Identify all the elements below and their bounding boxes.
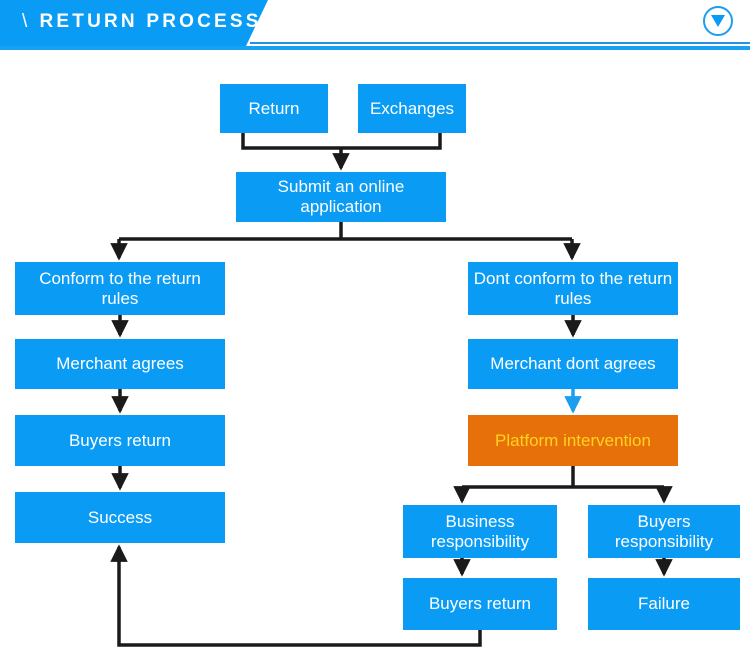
node-failure[interactable]: Failure [588,578,740,630]
node-label: Buyers return [68,430,172,450]
flowchart: Return Exchanges Submit an online applic… [0,0,750,665]
node-label: Buyers responsibility [614,511,714,551]
node-label: Conform to the return rules [39,268,201,308]
node-success[interactable]: Success [15,492,225,543]
edge-exchanges-to-submit [341,133,442,150]
node-label: Business responsibility [430,511,530,551]
node-label: Merchant agrees [56,354,184,373]
edge-return-to-submit [241,133,341,150]
node-merchant-agrees[interactable]: Merchant agrees [15,339,225,389]
node-submit-application[interactable]: Submit an online application [236,172,446,222]
node-buyers-return-left[interactable]: Buyers return [15,415,225,466]
node-label: Exchanges [369,98,455,118]
node-dont-conform-to-return-rules[interactable]: Dont conform to the return rules [468,262,678,315]
node-exchanges[interactable]: Exchanges [358,84,466,133]
node-platform-intervention[interactable]: Platform intervention [468,415,678,466]
node-label: Merchant dont agrees [490,354,656,373]
node-label: Submit an online application [277,177,405,216]
node-merchant-dont-agrees[interactable]: Merchant dont agrees [468,339,678,389]
node-label: Buyers return [428,594,532,613]
node-label: Platform intervention [495,430,651,450]
node-label: Failure [638,594,690,613]
node-buyers-responsibility[interactable]: Buyers responsibility [588,505,740,558]
node-conform-to-return-rules[interactable]: Conform to the return rules [15,262,225,315]
node-business-responsibility[interactable]: Business responsibility [403,505,557,558]
node-label: Dont conform to the return rules [473,268,673,308]
node-label: Return [248,98,300,118]
node-buyers-return-right[interactable]: Buyers return [403,578,557,630]
node-label: Success [87,507,153,527]
node-return[interactable]: Return [220,84,328,133]
